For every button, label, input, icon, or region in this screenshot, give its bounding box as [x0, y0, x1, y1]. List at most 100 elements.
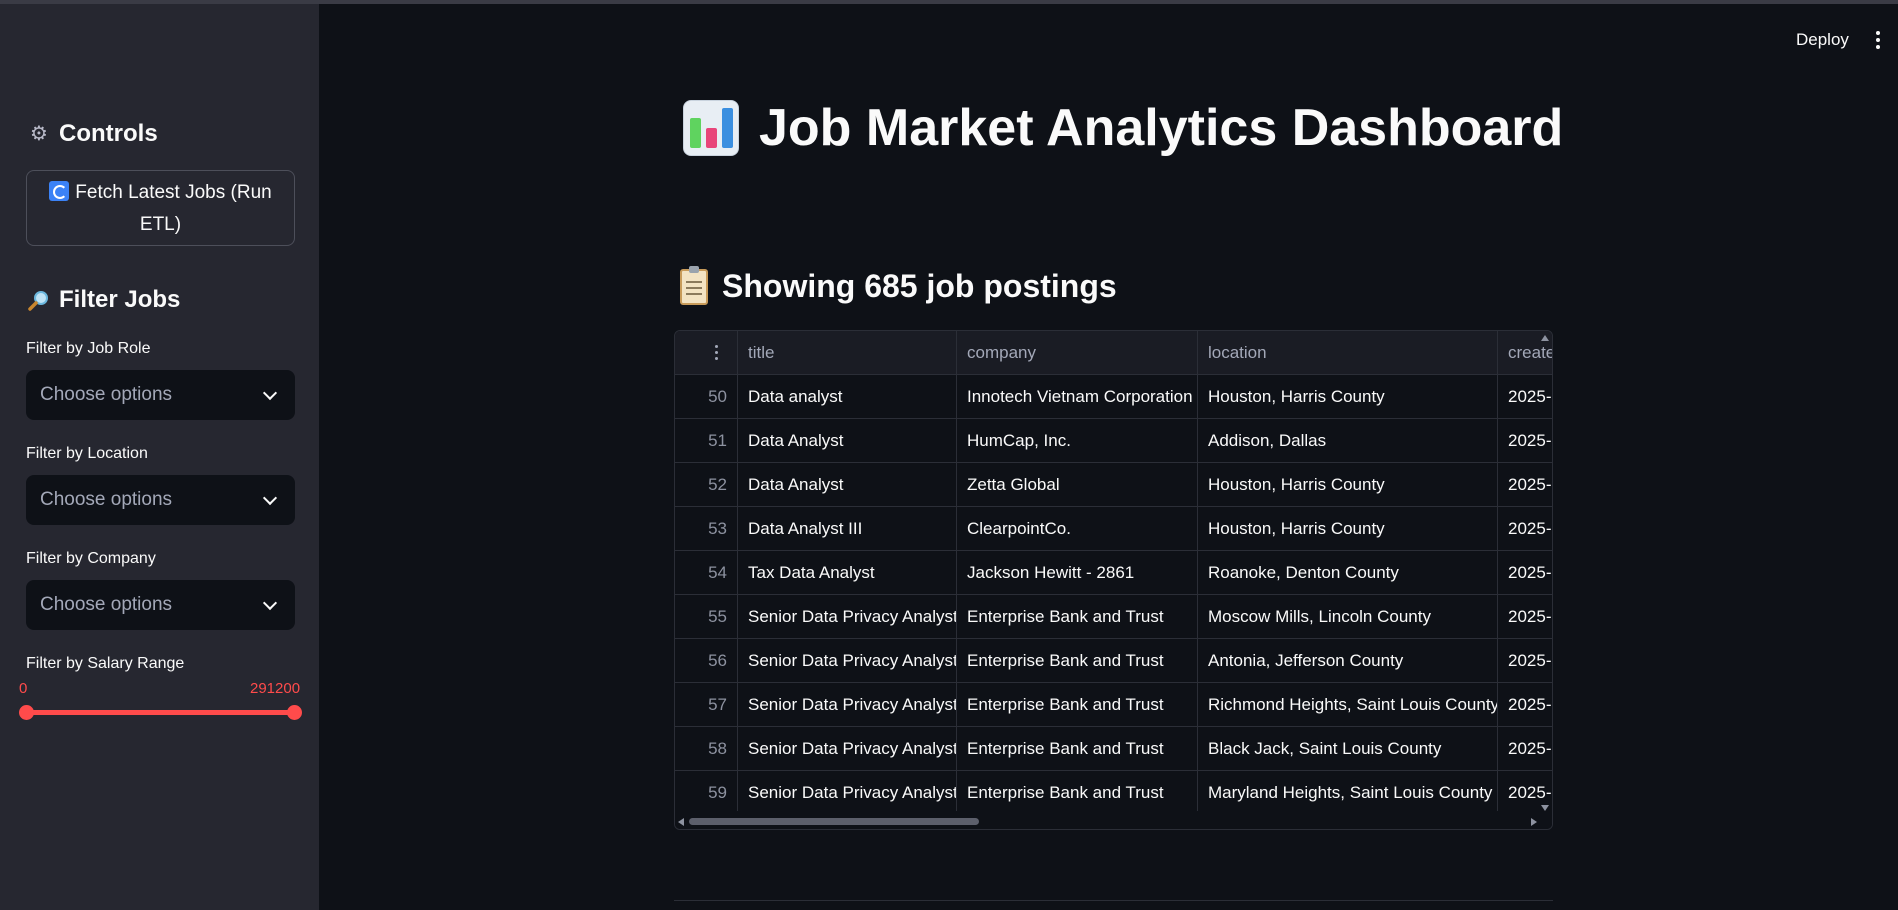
section-divider [674, 900, 1553, 901]
table-row[interactable]: 58 Senior Data Privacy Analyst Enterprise … [675, 727, 1552, 771]
table-row[interactable]: 54 Tax Data Analyst Jackson Hewitt - 2861 R… [675, 551, 1552, 595]
horizontal-scrollbar-thumb[interactable] [689, 818, 979, 825]
location-cell[interactable]: Moscow Mills, Lincoln County [1198, 595, 1498, 639]
row-index-cell[interactable]: 51 [675, 419, 738, 463]
location-select[interactable]: Choose options [26, 475, 295, 525]
jobs-data-table[interactable]: title company location create 50 Data ana… [674, 330, 1553, 830]
clipboard-icon [680, 265, 708, 305]
created-cell[interactable]: 2025-0 [1498, 551, 1552, 595]
table-row[interactable]: 50 Data analyst Innotech Vietnam Corporati… [675, 375, 1552, 419]
row-index-cell[interactable]: 56 [675, 639, 738, 683]
deploy-button[interactable]: Deploy [1796, 30, 1849, 50]
table-row[interactable]: 57 Senior Data Privacy Analyst Enterprise … [675, 683, 1552, 727]
title-cell[interactable]: Senior Data Privacy Analyst [738, 639, 957, 683]
company-cell[interactable]: Jackson Hewitt - 2861 [957, 551, 1198, 595]
column-header-title[interactable]: title [738, 331, 957, 375]
company-cell[interactable]: Enterprise Bank and Trust [957, 639, 1198, 683]
location-cell[interactable]: Addison, Dallas [1198, 419, 1498, 463]
scroll-down-icon[interactable] [1541, 805, 1549, 811]
magnifier-icon [27, 288, 51, 312]
column-header-location[interactable]: location [1198, 331, 1498, 375]
company-placeholder: Choose options [40, 594, 173, 615]
table-row[interactable]: 56 Senior Data Privacy Analyst Enterprise … [675, 639, 1552, 683]
row-index-cell[interactable]: 53 [675, 507, 738, 551]
column-header-company[interactable]: company [957, 331, 1198, 375]
job-role-label: Filter by Job Role [26, 340, 151, 357]
table-row[interactable]: 59 Senior Data Privacy Analyst Enterprise … [675, 771, 1552, 815]
created-cell[interactable]: 2025-0 [1498, 639, 1552, 683]
kebab-menu-icon[interactable] [1875, 31, 1881, 51]
fetch-latest-jobs-button[interactable]: Fetch Latest Jobs (Run ETL) [26, 170, 295, 246]
title-cell[interactable]: Data Analyst [738, 463, 957, 507]
salary-slider-max-handle[interactable] [287, 705, 302, 720]
gear-icon: ⚙ [30, 123, 48, 145]
location-cell[interactable]: Houston, Harris County [1198, 463, 1498, 507]
location-cell[interactable]: Houston, Harris County [1198, 507, 1498, 551]
bar-chart-icon [683, 100, 739, 156]
table-row[interactable]: 53 Data Analyst III ClearpointCo. Houston, … [675, 507, 1552, 551]
scroll-left-icon[interactable] [678, 818, 684, 826]
scroll-right-icon[interactable] [1531, 818, 1537, 826]
created-cell[interactable]: 2025-0 [1498, 375, 1552, 419]
row-index-cell[interactable]: 58 [675, 727, 738, 771]
company-label: Filter by Company [26, 550, 156, 567]
table-row[interactable]: 55 Senior Data Privacy Analyst Enterprise … [675, 595, 1552, 639]
company-cell[interactable]: Enterprise Bank and Trust [957, 683, 1198, 727]
sidebar: ⚙ Controls Fetch Latest Jobs (Run ETL) F… [0, 4, 319, 910]
row-index-header[interactable] [675, 331, 738, 375]
job-role-placeholder: Choose options [40, 384, 173, 405]
location-cell[interactable]: Richmond Heights, Saint Louis County [1198, 683, 1498, 727]
refresh-icon [49, 181, 70, 201]
title-cell[interactable]: Data Analyst [738, 419, 957, 463]
table-row[interactable]: 52 Data Analyst Zetta Global Houston, Harri… [675, 463, 1552, 507]
chevron-down-icon [262, 385, 278, 400]
company-cell[interactable]: Enterprise Bank and Trust [957, 771, 1198, 815]
title-cell[interactable]: Tax Data Analyst [738, 551, 957, 595]
results-count-heading: Showing 685 job postings [680, 265, 1117, 305]
company-cell[interactable]: ClearpointCo. [957, 507, 1198, 551]
row-index-cell[interactable]: 57 [675, 683, 738, 727]
row-index-cell[interactable]: 50 [675, 375, 738, 419]
job-role-select[interactable]: Choose options [26, 370, 295, 420]
title-cell[interactable]: Data Analyst III [738, 507, 957, 551]
row-index-cell[interactable]: 54 [675, 551, 738, 595]
location-cell[interactable]: Houston, Harris County [1198, 375, 1498, 419]
created-cell[interactable]: 2025-0 [1498, 727, 1552, 771]
salary-slider-track[interactable] [26, 710, 295, 715]
title-cell[interactable]: Senior Data Privacy Analyst [738, 595, 957, 639]
created-cell[interactable]: 2025-0 [1498, 463, 1552, 507]
salary-min-value: 0 [19, 680, 28, 697]
title-cell[interactable]: Senior Data Privacy Analyst [738, 727, 957, 771]
location-cell[interactable]: Black Jack, Saint Louis County [1198, 727, 1498, 771]
company-cell[interactable]: Zetta Global [957, 463, 1198, 507]
chevron-down-icon [262, 595, 278, 610]
company-select[interactable]: Choose options [26, 580, 295, 630]
column-menu-icon[interactable] [715, 345, 719, 363]
location-cell[interactable]: Antonia, Jefferson County [1198, 639, 1498, 683]
company-cell[interactable]: Innotech Vietnam Corporation [957, 375, 1198, 419]
created-cell[interactable]: 2025-0 [1498, 507, 1552, 551]
page-title: Job Market Analytics Dashboard [683, 98, 1563, 158]
row-index-cell[interactable]: 52 [675, 463, 738, 507]
location-cell[interactable]: Maryland Heights, Saint Louis County [1198, 771, 1498, 815]
row-index-cell[interactable]: 59 [675, 771, 738, 815]
title-cell[interactable]: Senior Data Privacy Analyst [738, 771, 957, 815]
created-cell[interactable]: 2025-0 [1498, 683, 1552, 727]
row-index-cell[interactable]: 55 [675, 595, 738, 639]
salary-slider-min-handle[interactable] [19, 705, 34, 720]
salary-max-value: 291200 [250, 680, 301, 697]
company-cell[interactable]: Enterprise Bank and Trust [957, 727, 1198, 771]
title-cell[interactable]: Senior Data Privacy Analyst [738, 683, 957, 727]
title-cell[interactable]: Data analyst [738, 375, 957, 419]
filter-jobs-heading: Filter Jobs [27, 286, 180, 314]
company-cell[interactable]: Enterprise Bank and Trust [957, 595, 1198, 639]
created-cell[interactable]: 2025-0 [1498, 419, 1552, 463]
scroll-up-icon[interactable] [1541, 335, 1549, 341]
chevron-down-icon [262, 490, 278, 505]
table-row[interactable]: 51 Data Analyst HumCap, Inc. Addison, Dalla… [675, 419, 1552, 463]
company-cell[interactable]: HumCap, Inc. [957, 419, 1198, 463]
salary-range-label: Filter by Salary Range [26, 655, 185, 672]
location-cell[interactable]: Roanoke, Denton County [1198, 551, 1498, 595]
created-cell[interactable]: 2025-0 [1498, 595, 1552, 639]
location-placeholder: Choose options [40, 489, 173, 510]
